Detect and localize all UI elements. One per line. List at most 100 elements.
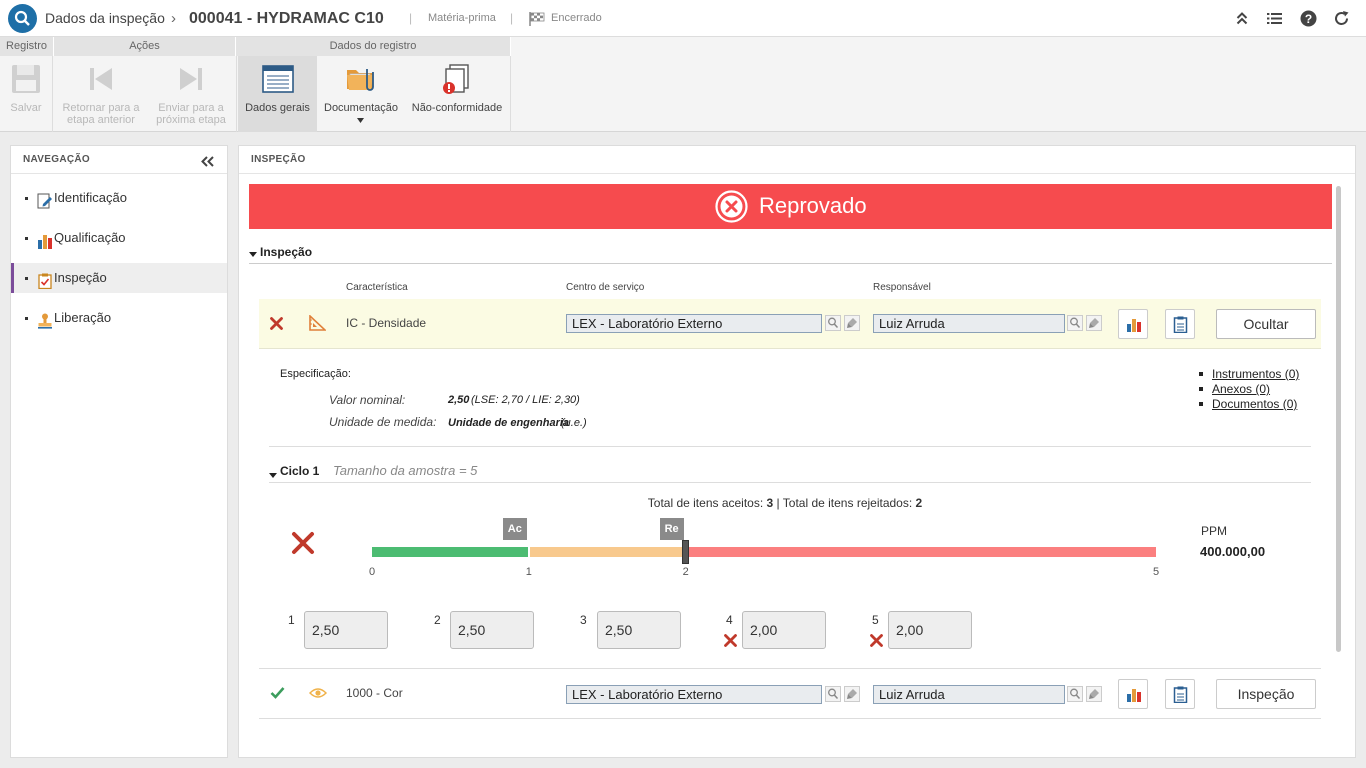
acceptance-scale: Ac Re 0 1 2 5	[369, 518, 1160, 578]
characteristic-name: 1000 - Cor	[346, 686, 403, 700]
divider: |	[409, 11, 413, 25]
navigation-title: NAVEGAÇÃO	[11, 146, 227, 174]
chart-button[interactable]	[1118, 309, 1148, 339]
column-header-service-center: Centro de serviço	[566, 282, 645, 293]
floppy-disk-icon	[9, 62, 43, 96]
save-label: Salvar	[10, 102, 42, 114]
divider	[269, 446, 1311, 447]
sample-fail-x-icon	[724, 634, 737, 652]
attachments-link[interactable]: Anexos (0)	[1212, 382, 1270, 396]
scrollbar[interactable]	[1336, 186, 1341, 652]
cycle-title[interactable]: Ciclo 1	[280, 464, 319, 478]
caution-zone	[528, 547, 686, 557]
column-header-responsible: Responsável	[873, 282, 931, 293]
section-title[interactable]: Inspeção	[260, 245, 312, 259]
clear-brush-icon[interactable]	[1086, 686, 1102, 702]
characteristic-row-color[interactable]: 1000 - Cor LEX - Laboratório Externo Lui…	[259, 668, 1321, 719]
ac-marker: Ac	[502, 518, 527, 540]
search-icon[interactable]	[825, 315, 841, 331]
scale-tick: 2	[682, 566, 689, 578]
clipboard-icon	[1173, 686, 1188, 703]
hide-button[interactable]: Ocultar	[1216, 309, 1316, 339]
nav-item-identificacao[interactable]: Identificação	[11, 183, 227, 213]
service-center-field[interactable]: LEX - Laboratório Externo	[566, 685, 822, 704]
sample-number: 5	[872, 613, 879, 627]
save-button[interactable]: Salvar	[0, 56, 52, 132]
nav-item-liberacao[interactable]: Liberação	[11, 303, 227, 333]
instruments-link[interactable]: Instrumentos (0)	[1212, 367, 1299, 381]
breadcrumb-separator-icon: ›	[171, 10, 176, 27]
section-toggle-icon[interactable]	[249, 245, 257, 263]
folder-clip-icon	[344, 62, 378, 96]
sample-number: 3	[580, 613, 587, 627]
sample-value-field[interactable]: 2,00	[742, 611, 826, 649]
divider	[269, 482, 1311, 483]
chart-button[interactable]	[1118, 679, 1148, 709]
ribbon-group-registro: Registro	[0, 37, 54, 56]
sample-value-field[interactable]: 2,50	[450, 611, 534, 649]
bar-chart-icon	[1127, 319, 1141, 332]
record-title: 000041 - HYDRAMAC C10	[189, 10, 384, 27]
collapse-up-icon[interactable]	[1236, 12, 1248, 30]
clear-brush-icon[interactable]	[844, 315, 860, 331]
nav-item-inspecao[interactable]: Inspeção	[11, 263, 227, 293]
sample-number: 1	[288, 613, 295, 627]
unit-value: Unidade de engenharia	[448, 417, 570, 429]
sample-fail-x-icon	[870, 634, 883, 652]
breadcrumb-page[interactable]: Dados da inspeção	[45, 0, 165, 37]
general-data-button[interactable]: Dados gerais	[238, 56, 317, 132]
search-icon[interactable]	[1067, 315, 1083, 331]
nav-label: Inspeção	[54, 270, 107, 285]
fail-x-icon	[270, 317, 283, 335]
inspection-panel-title: INSPEÇÃO	[239, 146, 1355, 174]
sample-value-field[interactable]: 2,00	[888, 611, 972, 649]
clear-brush-icon[interactable]	[1086, 315, 1102, 331]
clear-brush-icon[interactable]	[844, 686, 860, 702]
responsible-field[interactable]: Luiz Arruda	[873, 314, 1065, 333]
service-center-field[interactable]: LEX - Laboratório Externo	[566, 314, 822, 333]
dropdown-caret-icon[interactable]	[357, 114, 364, 126]
app-logo-icon[interactable]	[8, 4, 37, 33]
return-step-button[interactable]: Retornar para a etapa anterior	[56, 56, 146, 132]
scale-tick: 1	[525, 566, 532, 578]
characteristic-row-density[interactable]: IC - Densidade LEX - Laboratório Externo…	[259, 299, 1321, 349]
clipboard-button[interactable]	[1165, 679, 1195, 709]
documents-link[interactable]: Documentos (0)	[1212, 397, 1297, 411]
divider: |	[510, 11, 514, 25]
ribbon-group-acoes: Ações	[54, 37, 236, 56]
clipboard-button[interactable]	[1165, 309, 1195, 339]
return-step-label-2: etapa anterior	[67, 114, 135, 126]
rejected-count: 2	[915, 496, 923, 510]
scale-tick: 5	[1153, 566, 1160, 578]
nav-label: Liberação	[54, 310, 112, 325]
window-form-icon	[261, 62, 295, 96]
unit-abbreviation: (u.e.)	[561, 417, 587, 429]
search-icon[interactable]	[1067, 686, 1083, 702]
sample-value-field[interactable]: 2,50	[597, 611, 681, 649]
divider	[52, 56, 53, 132]
pass-check-icon	[270, 686, 285, 704]
ac-marker-line	[527, 540, 530, 558]
ribbon-group-dados: Dados do registro	[236, 37, 511, 56]
record-status: Encerrado	[551, 12, 602, 24]
nav-item-qualificacao[interactable]: Qualificação	[11, 223, 227, 253]
divider	[249, 263, 1332, 264]
send-step-label-2: próxima etapa	[156, 114, 226, 126]
totals-accepted-label: Total de itens aceitos:	[647, 496, 767, 510]
send-step-button[interactable]: Enviar para a próxima etapa	[146, 56, 236, 132]
search-icon[interactable]	[825, 686, 841, 702]
ribbon-toolbar: Registro Ações Dados do registro Salvar …	[0, 37, 1366, 132]
documentation-button[interactable]: Documentação	[319, 56, 403, 132]
checkered-flag-icon	[529, 12, 545, 31]
column-header-characteristic: Característica	[346, 282, 408, 293]
list-icon[interactable]	[1267, 12, 1282, 30]
refresh-icon[interactable]	[1333, 10, 1350, 32]
inspection-button[interactable]: Inspeção	[1216, 679, 1316, 709]
sample-value-field[interactable]: 2,50	[304, 611, 388, 649]
documentation-label: Documentação	[324, 102, 398, 114]
responsible-field[interactable]: Luiz Arruda	[873, 685, 1065, 704]
collapse-panel-icon[interactable]	[201, 154, 214, 172]
help-icon[interactable]: ?	[1300, 10, 1317, 32]
non-conformity-button[interactable]: Não-conformidade	[405, 56, 509, 132]
sample-number: 4	[726, 613, 733, 627]
